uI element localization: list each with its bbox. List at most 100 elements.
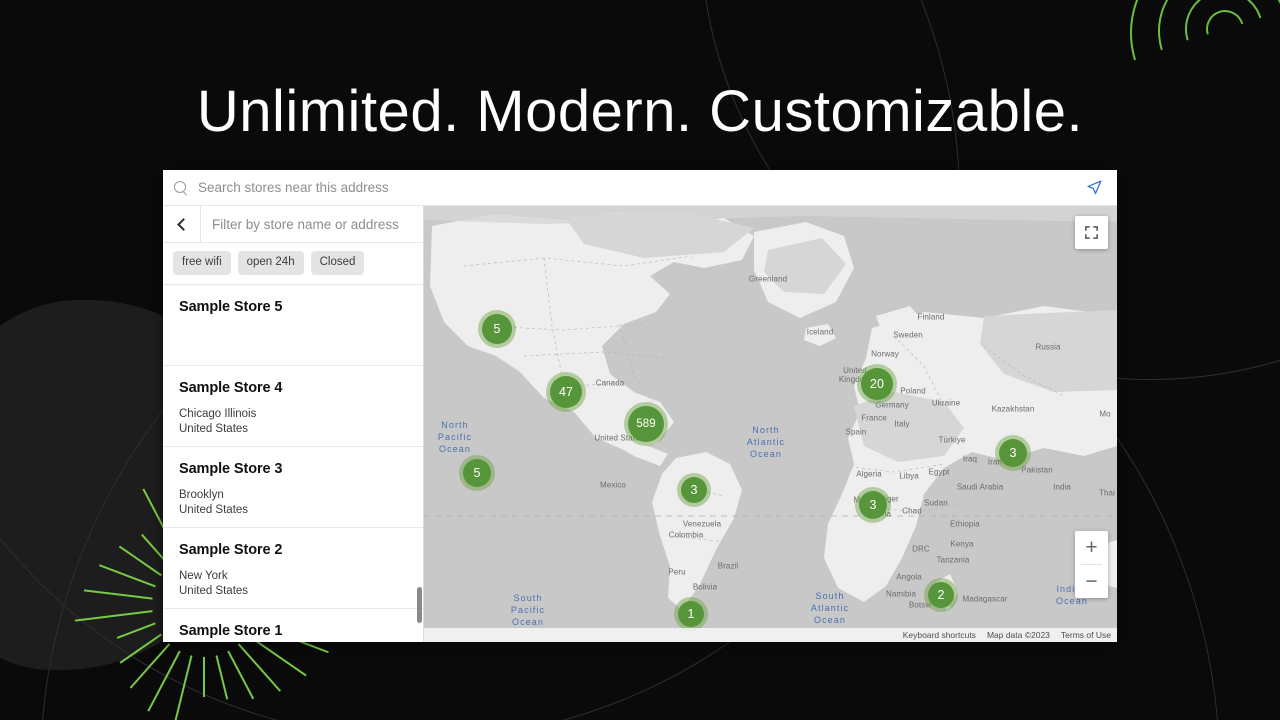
scrollbar-thumb[interactable] <box>417 586 422 623</box>
map-country-label: Ethiopia <box>950 519 980 529</box>
burst-ray <box>129 643 171 689</box>
map-country-label: DRC <box>912 544 930 554</box>
store-name: Sample Store 4 <box>179 379 283 396</box>
map-cluster-marker[interactable]: 20 <box>857 364 897 404</box>
filter-input[interactable] <box>201 206 423 243</box>
map-country-label: Sudan <box>924 498 948 508</box>
map-attribution-bar: Keyboard shortcuts Map data ©2023 Terms of… <box>424 628 1117 642</box>
burst-ray <box>118 545 162 577</box>
filter-chip[interactable]: Closed <box>310 251 365 275</box>
store-list-item[interactable]: Sample Store 5 <box>163 285 423 366</box>
map-cluster-marker[interactable]: 3 <box>855 487 891 523</box>
map-cluster-marker[interactable]: 5 <box>459 455 495 491</box>
store-address: Brooklyn United States <box>179 488 423 519</box>
burst-ray <box>119 633 162 664</box>
map-ocean-label: North Pacific Ocean <box>437 419 473 455</box>
map-country-label: Iceland <box>806 327 834 337</box>
map-attribution-link[interactable]: Terms of Use <box>1061 630 1111 640</box>
map-country-label: Venezuela <box>682 519 722 529</box>
burst-ray <box>98 564 156 588</box>
filter-chip[interactable]: open 24h <box>237 251 304 275</box>
map-country-label: Mexico <box>600 480 626 490</box>
burst-ray <box>147 650 181 712</box>
filter-bar <box>163 206 423 244</box>
map-country-label: Sweden <box>893 330 923 340</box>
map-country-label: Namibia <box>885 589 917 599</box>
map-country-label: Mo <box>1099 409 1111 419</box>
cluster-count: 5 <box>463 459 491 487</box>
map-country-label: Libya <box>899 471 919 481</box>
burst-ray <box>83 589 153 600</box>
search-input[interactable] <box>198 180 1081 195</box>
search-icon <box>173 180 189 196</box>
map-ocean-label: South Atlantic Ocean <box>810 590 850 626</box>
map-country-label: Iraq <box>962 454 978 464</box>
map-country-label: Canada <box>595 378 625 388</box>
store-address: Chicago Illinois United States <box>179 407 423 438</box>
map-country-label: Russia <box>1035 342 1061 352</box>
map-canvas[interactable]: Greenland Iceland Finland Sweden Norway Russi… <box>424 206 1117 642</box>
map-country-label: Brazil <box>717 561 739 571</box>
zoom-in-button[interactable]: + <box>1075 531 1108 564</box>
map-country-label: Tanzania <box>936 555 970 565</box>
store-list-item[interactable]: Sample Store 2 New York United States <box>163 528 423 609</box>
search-header <box>163 170 1117 206</box>
fullscreen-button[interactable] <box>1075 216 1108 249</box>
store-list-item[interactable]: Sample Store 1Chicago IllinoisUnited Sta… <box>163 609 423 642</box>
map-cluster-marker[interactable]: 3 <box>995 435 1031 471</box>
store-city: New York <box>179 569 228 582</box>
map-cluster-marker[interactable]: 5 <box>478 310 516 348</box>
map-country-label: Colombia <box>668 530 704 540</box>
map-country-label: Poland <box>900 386 926 396</box>
store-name: Sample Store 5 <box>179 298 283 315</box>
sidebar: free wifiopen 24hClosed Sample Store 5Sa… <box>163 206 424 642</box>
cluster-count: 589 <box>628 406 664 442</box>
map-country-label: Thai <box>1099 488 1115 498</box>
burst-ray <box>215 655 229 700</box>
map-attribution-link[interactable]: Map data ©2023 <box>987 630 1050 640</box>
map-cluster-marker[interactable]: 3 <box>677 473 711 507</box>
map-country-label: Egypt <box>928 467 950 477</box>
map-cluster-marker[interactable]: 1 <box>674 597 708 631</box>
store-name: Sample Store 1 <box>179 622 283 639</box>
burst-ray <box>116 622 156 640</box>
map-country-label: Kazakhstan <box>991 404 1035 414</box>
burst-ray <box>172 655 193 720</box>
navigation-arrow-icon[interactable] <box>1081 175 1107 201</box>
map-country-label: Angola <box>896 572 922 582</box>
map-country-label: Norway <box>871 349 899 359</box>
map-ocean-label: North Atlantic Ocean <box>746 424 786 460</box>
map-country-label: Kenya <box>950 539 974 549</box>
map-ocean-label: South Pacific Ocean <box>510 592 546 628</box>
burst-ray <box>203 657 206 697</box>
store-name: Sample Store 3 <box>179 460 283 477</box>
store-address: New York United States <box>179 569 423 600</box>
store-locator-window: free wifiopen 24hClosed Sample Store 5Sa… <box>163 170 1117 642</box>
store-list-item[interactable]: Sample Store 3 Brooklyn United States <box>163 447 423 528</box>
store-list-item[interactable]: Sample Store 4 Chicago Illinois United Sta… <box>163 366 423 447</box>
back-button[interactable] <box>163 206 201 243</box>
store-country: United States <box>179 584 249 597</box>
store-country: United States <box>179 422 249 435</box>
chevron-left-icon <box>176 217 190 231</box>
zoom-controls: + − <box>1075 531 1108 598</box>
map-country-label: Bolivia <box>692 582 718 592</box>
page-root: Unlimited. Modern. Customizable. Search … <box>0 0 1280 720</box>
zoom-out-button[interactable]: − <box>1075 565 1108 598</box>
store-city: Chicago Illinois <box>179 407 257 420</box>
store-list[interactable]: Sample Store 5 Sample Store 4 Chicago Illi… <box>163 284 423 642</box>
store-country: United States <box>179 503 249 516</box>
map-cluster-marker[interactable]: 2 <box>924 578 958 612</box>
filter-chip-group: free wifi open 24h Closed <box>163 243 423 285</box>
cluster-count: 3 <box>681 477 707 503</box>
map-cluster-marker[interactable]: 47 <box>546 372 586 412</box>
filter-chip[interactable]: free wifi <box>173 251 231 275</box>
store-list-scrollbar[interactable] <box>416 285 423 642</box>
burst-ray <box>74 610 153 622</box>
map-attribution-link[interactable]: Keyboard shortcuts <box>903 630 976 640</box>
cluster-count: 5 <box>482 314 512 344</box>
cluster-count: 1 <box>678 601 704 627</box>
map-country-label: Peru <box>668 567 686 577</box>
cluster-count: 47 <box>550 376 582 408</box>
map-cluster-marker[interactable]: 589 <box>624 402 668 446</box>
